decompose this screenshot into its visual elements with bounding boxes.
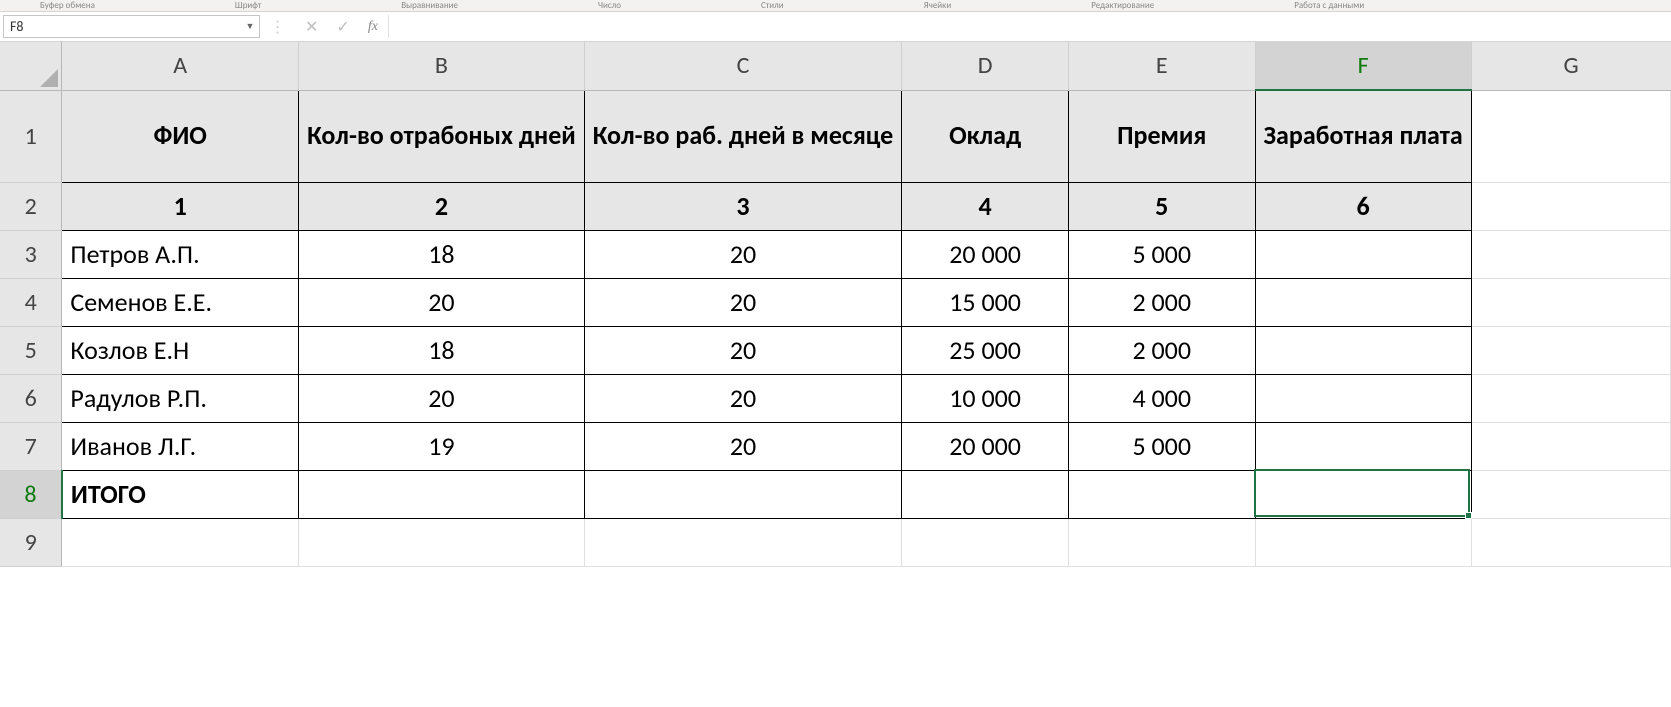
col-header-b[interactable]: B: [299, 42, 585, 90]
cell-a3[interactable]: Петров А.П.: [62, 230, 299, 278]
col-header-g[interactable]: G: [1471, 42, 1670, 90]
row-header-6[interactable]: 6: [0, 374, 62, 422]
cell-c8[interactable]: [584, 470, 902, 518]
cell-e1[interactable]: Премия: [1068, 90, 1255, 182]
col-header-c[interactable]: C: [584, 42, 902, 90]
row-header-5[interactable]: 5: [0, 326, 62, 374]
cell-b7[interactable]: 19: [299, 422, 585, 470]
cell-c1[interactable]: Кол-во раб. дней в месяце: [584, 90, 902, 182]
cell-e7[interactable]: 5 000: [1068, 422, 1255, 470]
cell-b6[interactable]: 20: [299, 374, 585, 422]
cell-e3[interactable]: 5 000: [1068, 230, 1255, 278]
name-box-value: F8: [4, 18, 241, 35]
cancel-icon[interactable]: ✕: [305, 17, 318, 37]
cell-a1[interactable]: ФИО: [62, 90, 299, 182]
cell-g3[interactable]: [1471, 230, 1670, 278]
cell-c5[interactable]: 20: [584, 326, 902, 374]
cell-f7[interactable]: [1255, 422, 1471, 470]
name-box[interactable]: F8 ▼: [3, 15, 260, 38]
cell-f2[interactable]: 6: [1255, 182, 1471, 230]
cell-a5[interactable]: Козлов Е.Н: [62, 326, 299, 374]
cell-c6[interactable]: 20: [584, 374, 902, 422]
cell-g9[interactable]: [1471, 518, 1670, 566]
cell-e8[interactable]: [1068, 470, 1255, 518]
cell-f9[interactable]: [1255, 518, 1471, 566]
cell-a2[interactable]: 1: [62, 182, 299, 230]
cell-d2[interactable]: 4: [902, 182, 1069, 230]
cell-b9[interactable]: [299, 518, 585, 566]
cell-d6[interactable]: 10 000: [902, 374, 1069, 422]
cell-b1[interactable]: Кол-во отрабоных дней: [299, 90, 585, 182]
cell-d9[interactable]: [902, 518, 1069, 566]
ribbon-group-labels: Буфер обмена Шрифт Выравнивание Число Ст…: [0, 0, 1671, 12]
cell-a4[interactable]: Семенов Е.Е.: [62, 278, 299, 326]
cell-a8[interactable]: ИТОГО: [62, 470, 299, 518]
cell-a7[interactable]: Иванов Л.Г.: [62, 422, 299, 470]
cell-c7[interactable]: 20: [584, 422, 902, 470]
cell-f3[interactable]: [1255, 230, 1471, 278]
cell-f5[interactable]: [1255, 326, 1471, 374]
col-header-a[interactable]: A: [62, 42, 299, 90]
formula-bar-row: F8 ▼ ⋮ ✕ ✓ fx: [0, 12, 1671, 42]
name-box-dropdown-icon[interactable]: ▼: [241, 21, 259, 32]
spreadsheet-grid[interactable]: A B C D E F G 1 ФИО Кол-во отрабоных дне…: [0, 42, 1671, 567]
cell-a6[interactable]: Радулов Р.П.: [62, 374, 299, 422]
formula-input[interactable]: [388, 15, 1671, 38]
cell-c2[interactable]: 3: [584, 182, 902, 230]
cell-e6[interactable]: 4 000: [1068, 374, 1255, 422]
cell-b3[interactable]: 18: [299, 230, 585, 278]
cell-e5[interactable]: 2 000: [1068, 326, 1255, 374]
formula-bar-buttons: ✕ ✓ fx: [295, 12, 388, 41]
cell-f1[interactable]: Заработная плата: [1255, 90, 1471, 182]
cell-e2[interactable]: 5: [1068, 182, 1255, 230]
cell-b5[interactable]: 18: [299, 326, 585, 374]
cell-b8[interactable]: [299, 470, 585, 518]
confirm-icon[interactable]: ✓: [336, 17, 349, 37]
cell-b4[interactable]: 20: [299, 278, 585, 326]
col-header-f[interactable]: F: [1255, 42, 1471, 90]
row-header-3[interactable]: 3: [0, 230, 62, 278]
cell-g5[interactable]: [1471, 326, 1670, 374]
cell-f4[interactable]: [1255, 278, 1471, 326]
row-header-8[interactable]: 8: [0, 470, 62, 518]
cell-e4[interactable]: 2 000: [1068, 278, 1255, 326]
row-header-9[interactable]: 9: [0, 518, 62, 566]
cell-g1[interactable]: [1471, 90, 1670, 182]
row-header-7[interactable]: 7: [0, 422, 62, 470]
cell-c3[interactable]: 20: [584, 230, 902, 278]
col-header-d[interactable]: D: [902, 42, 1069, 90]
cell-a9[interactable]: [62, 518, 299, 566]
cell-d4[interactable]: 15 000: [902, 278, 1069, 326]
cell-d8[interactable]: [902, 470, 1069, 518]
cell-g2[interactable]: [1471, 182, 1670, 230]
cell-e9[interactable]: [1068, 518, 1255, 566]
row-header-1[interactable]: 1: [0, 90, 62, 182]
cell-g8[interactable]: [1471, 470, 1670, 518]
cell-b2[interactable]: 2: [299, 182, 585, 230]
separator: ⋮: [260, 12, 295, 41]
cell-f6[interactable]: [1255, 374, 1471, 422]
cell-g4[interactable]: [1471, 278, 1670, 326]
cell-d3[interactable]: 20 000: [902, 230, 1069, 278]
cell-g7[interactable]: [1471, 422, 1670, 470]
select-all-corner[interactable]: [0, 42, 62, 90]
cell-d5[interactable]: 25 000: [902, 326, 1069, 374]
cell-d7[interactable]: 20 000: [902, 422, 1069, 470]
cell-d1[interactable]: Оклад: [902, 90, 1069, 182]
col-header-e[interactable]: E: [1068, 42, 1255, 90]
row-header-2[interactable]: 2: [0, 182, 62, 230]
row-header-4[interactable]: 4: [0, 278, 62, 326]
cell-c9[interactable]: [584, 518, 902, 566]
cell-g6[interactable]: [1471, 374, 1670, 422]
cell-f8[interactable]: [1255, 470, 1471, 518]
fx-icon[interactable]: fx: [368, 19, 378, 35]
cell-c4[interactable]: 20: [584, 278, 902, 326]
